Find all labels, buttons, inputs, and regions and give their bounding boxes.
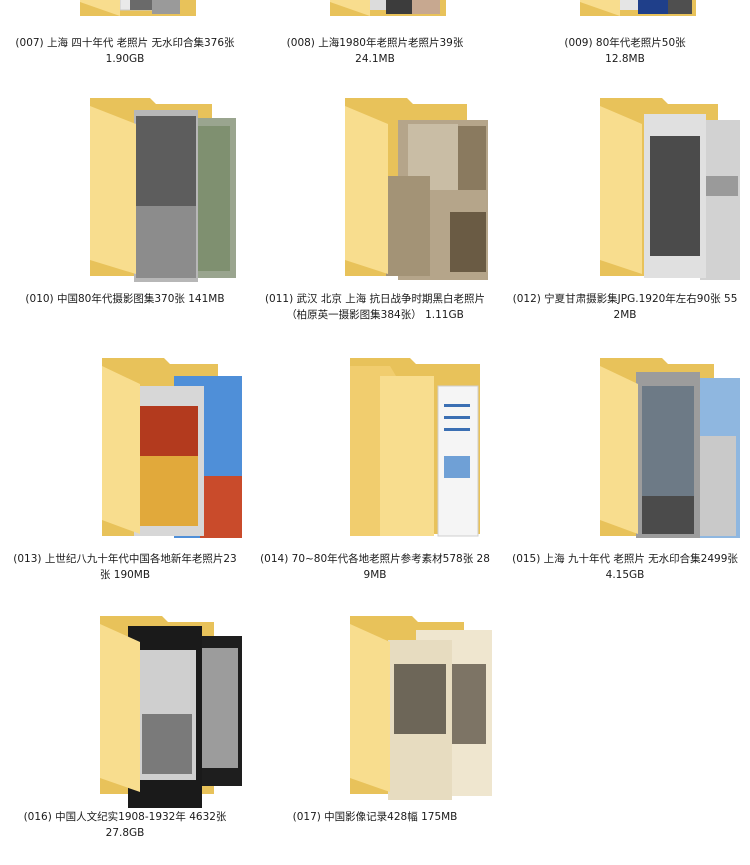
folder-icon (550, 96, 740, 281)
folder-icon (300, 614, 492, 800)
folder-caption: (010) 中国80年代摄影图集370张 141MB (10, 291, 240, 307)
folder-caption: (014) 70~80年代各地老照片参考素材578张 289MB (260, 551, 490, 583)
folder-name: (015) 上海 九十年代 老照片 无水印合集2499张 (512, 553, 738, 565)
folder-icon (550, 356, 740, 541)
folder-item[interactable]: (007) 上海 四十年代 老照片 无水印合集376张 1.90GB (0, 0, 250, 67)
folder-item[interactable]: (015) 上海 九十年代 老照片 无水印合集2499张 4.15GB (500, 356, 750, 583)
folder-icon (550, 0, 700, 25)
folder-caption: (009) 80年代老照片50张 12.8MB (510, 35, 740, 67)
folder-item[interactable]: (017) 中国影像记录428幅 175MB (250, 614, 500, 825)
folder-caption: (015) 上海 九十年代 老照片 无水印合集2499张 4.15GB (510, 551, 740, 583)
folder-caption: (012) 宁夏甘肃摄影集JPG.1920年左右90张 552MB (510, 291, 740, 323)
folder-caption: (017) 中国影像记录428幅 175MB (260, 809, 490, 825)
folder-name: (010) 中国80年代摄影图集370张 (25, 293, 185, 305)
folder-icon (300, 96, 488, 281)
folder-icon (50, 0, 200, 25)
folder-size: 24.1MB (355, 53, 395, 65)
folder-name: (014) 70~80年代各地老照片参考素材578张 (260, 553, 474, 565)
folder-name: (009) 80年代老照片50张 (564, 37, 686, 49)
folder-icon (300, 0, 450, 25)
folder-icon (50, 614, 242, 808)
folder-size: 1.90GB (105, 53, 145, 65)
folder-item[interactable]: (009) 80年代老照片50张 12.8MB (500, 0, 750, 67)
folder-name: (016) 中国人文纪实1908-1932年 4632张 (23, 811, 227, 823)
folder-item[interactable]: (008) 上海1980年老照片老照片39张 24.1MB (250, 0, 500, 67)
folder-size: 190MB (113, 569, 151, 581)
folder-caption: (007) 上海 四十年代 老照片 无水印合集376张 1.90GB (10, 35, 240, 67)
folder-size: 27.8GB (105, 827, 145, 839)
folder-size: 141MB (188, 293, 225, 305)
folder-size: 1.11GB (425, 309, 464, 321)
folder-icon (50, 96, 236, 282)
folder-icon (300, 356, 480, 541)
folder-item[interactable]: (016) 中国人文纪实1908-1932年 4632张 27.8GB (0, 614, 250, 841)
folder-name: (017) 中国影像记录428幅 (292, 811, 418, 823)
folder-size: 175MB (421, 811, 458, 823)
folder-item[interactable]: (014) 70~80年代各地老照片参考素材578张 289MB (250, 356, 500, 583)
folder-size: 12.8MB (605, 53, 645, 65)
folder-name: (012) 宁夏甘肃摄影集JPG.1920年左右90张 (512, 293, 721, 305)
folder-item[interactable]: (011) 武汉 北京 上海 抗日战争时期黑白老照片（柏原英一摄影图集384张）… (250, 96, 500, 323)
folder-caption: (016) 中国人文纪实1908-1932年 4632张 27.8GB (10, 809, 240, 841)
folder-caption: (013) 上世纪八九十年代中国各地新年老照片23张 190MB (10, 551, 240, 583)
folder-item[interactable]: (013) 上世纪八九十年代中国各地新年老照片23张 190MB (0, 356, 250, 583)
folder-size: 4.15GB (605, 569, 645, 581)
folder-name: (008) 上海1980年老照片老照片39张 (286, 37, 464, 49)
folder-name: (007) 上海 四十年代 老照片 无水印合集376张 (15, 37, 235, 49)
folder-icon (50, 356, 242, 541)
folder-item[interactable]: (012) 宁夏甘肃摄影集JPG.1920年左右90张 552MB (500, 96, 750, 323)
folder-caption: (008) 上海1980年老照片老照片39张 24.1MB (260, 35, 490, 67)
folder-caption: (011) 武汉 北京 上海 抗日战争时期黑白老照片（柏原英一摄影图集384张）… (260, 291, 490, 323)
folder-item[interactable]: (010) 中国80年代摄影图集370张 141MB (0, 96, 250, 307)
